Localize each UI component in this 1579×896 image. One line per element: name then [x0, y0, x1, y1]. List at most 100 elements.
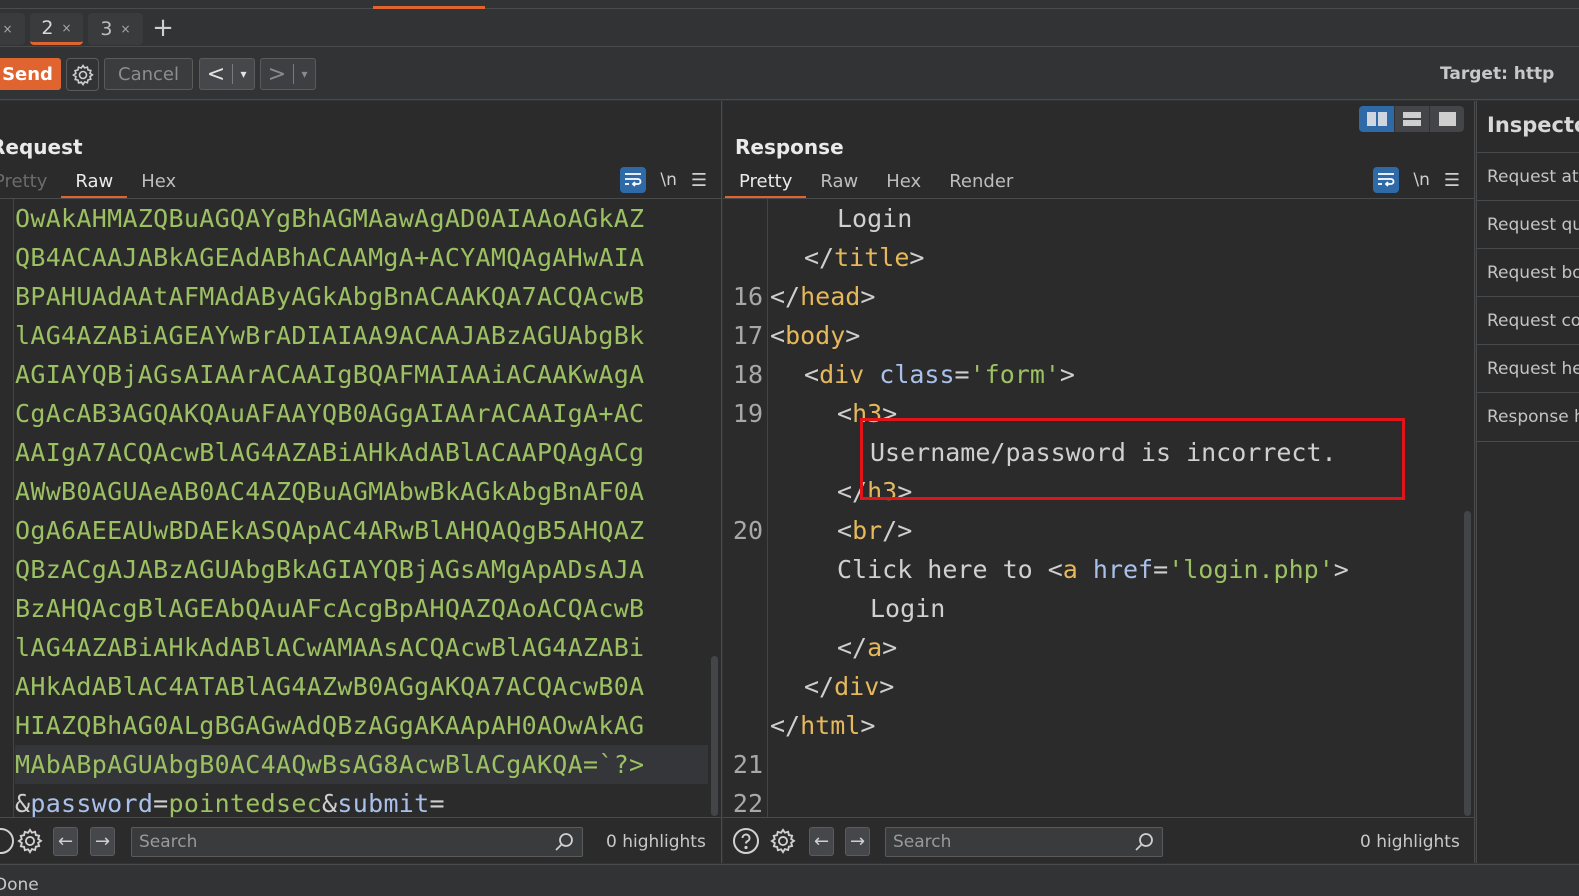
response-panel: Response Pretty Raw Hex Render \n ☰ Logi…	[723, 101, 1475, 863]
request-search-input[interactable]	[132, 828, 582, 856]
dropdown-arrow-icon[interactable]: ▾	[233, 67, 254, 81]
response-editor[interactable]: Login </title> 16 </head> 17 <body> 18 <…	[723, 199, 1474, 817]
code-line: </head>	[770, 282, 876, 311]
tag-name: div	[834, 672, 880, 701]
gear-icon	[17, 828, 43, 854]
search-icon	[1135, 833, 1153, 851]
response-scrollbar[interactable]	[1464, 511, 1471, 816]
code-line-current: MAbABpAGUAbgB0AC4AQwBsAG8AcwBlACgAKQA=`?…	[15, 745, 708, 784]
inspector-item-request-cookies[interactable]: Request cookies	[1477, 296, 1579, 344]
arrow-left-icon: ←	[57, 831, 74, 852]
inspector-item-request-body-parameters[interactable]: Request body parameters	[1477, 248, 1579, 296]
tab-pretty[interactable]: Pretty	[725, 169, 807, 199]
response-view-tabs: Pretty Raw Hex Render	[725, 169, 1027, 199]
close-tab-icon[interactable]: ×	[121, 22, 131, 36]
repeater-tab-3[interactable]: 3 ×	[88, 13, 143, 45]
word-wrap-icon	[625, 173, 642, 187]
divider	[1477, 441, 1579, 442]
tab-hex[interactable]: Hex	[872, 169, 935, 199]
target-label-container[interactable]: Target: http	[1440, 64, 1579, 88]
add-tab-button[interactable]: +	[150, 13, 176, 43]
show-newlines-button[interactable]: \n	[1413, 170, 1430, 190]
menu-icon[interactable]: ☰	[691, 170, 707, 191]
send-button[interactable]: Send	[0, 58, 61, 90]
arrow-right-icon: →	[94, 831, 111, 852]
code-line: QB4ACAAJABkAGEAdABhACAAMgA+ACYAMQAgAHwAI…	[15, 243, 645, 272]
previous-match-button[interactable]: ←	[809, 827, 834, 856]
line-number: 22	[732, 789, 763, 817]
tab-render[interactable]: Render	[935, 169, 1027, 199]
tab-hex[interactable]: Hex	[127, 169, 190, 199]
attribute-value: 'login.php'	[1168, 555, 1334, 584]
close-tab-icon[interactable]: ×	[2, 22, 12, 36]
previous-match-button[interactable]: ←	[53, 827, 78, 856]
history-forward-button[interactable]: > ▾	[260, 58, 316, 90]
response-search-field[interactable]	[885, 827, 1163, 857]
send-settings-button[interactable]	[66, 58, 99, 91]
inspector-item-request-query-parameters[interactable]: Request query parameters	[1477, 200, 1579, 248]
columns-icon	[1366, 112, 1387, 126]
text-node: Login	[837, 204, 913, 233]
help-icon[interactable]	[0, 826, 16, 856]
code-line: <h3>	[837, 399, 898, 428]
help-button[interactable]	[731, 826, 761, 856]
param-equals: =	[429, 789, 445, 817]
line-number: 21	[732, 750, 763, 779]
menu-icon[interactable]: ☰	[1444, 170, 1460, 191]
code-line: </h3>	[837, 477, 913, 506]
request-search-bar: ← → 0 highlights	[0, 817, 721, 863]
cancel-button[interactable]: Cancel	[104, 58, 193, 90]
inspector-item-response-headers[interactable]: Response headers	[1477, 392, 1579, 440]
tab-pretty[interactable]: Pretty	[0, 169, 61, 199]
param-equals: =	[153, 789, 169, 817]
wrap-lines-button[interactable]	[620, 167, 647, 193]
line-number: 20	[732, 516, 763, 545]
target-label: Target: http	[1440, 64, 1555, 84]
request-scrollbar[interactable]	[711, 656, 718, 816]
help-icon	[733, 828, 759, 854]
code-line: </div>	[804, 672, 895, 701]
active-tool-tab-indicator	[373, 6, 485, 9]
layout-single-button[interactable]	[1429, 106, 1464, 132]
history-back-button[interactable]: < ▾	[199, 58, 255, 90]
text-node: Click here to	[837, 555, 1048, 584]
tab-raw[interactable]: Raw	[61, 169, 128, 199]
next-match-button[interactable]: →	[90, 827, 115, 856]
request-panel: Request Pretty Raw Hex \n ☰ OwAkAHMAZQBu…	[0, 101, 722, 863]
search-settings-button[interactable]	[15, 826, 45, 856]
arrow-left-icon: ←	[813, 831, 830, 852]
tab-raw[interactable]: Raw	[806, 169, 872, 199]
code-line: BPAHUAdAAtAFMAdAByAGkAbgBnACAAKQA7ACQAcw…	[15, 282, 645, 311]
inspector-item-request-attributes[interactable]: Request attributes	[1477, 152, 1579, 200]
tag-name: a	[1062, 555, 1078, 584]
inspector-item-request-headers[interactable]: Request headers	[1477, 344, 1579, 392]
repeater-tab-2[interactable]: 2 ×	[30, 13, 83, 45]
code-line: AAIgA7ACQAcwBlAG4AZABiAHkAdABlACAAPQAgAC…	[15, 438, 645, 467]
request-search-field[interactable]	[131, 827, 583, 857]
line-number: 19	[732, 399, 763, 428]
layout-side-by-side-button[interactable]	[1359, 106, 1394, 132]
top-tool-tabs-strip	[0, 0, 1579, 9]
tag-name: a	[867, 633, 883, 662]
request-title: Request	[0, 135, 83, 159]
line-number: 18	[732, 360, 763, 389]
request-editor[interactable]: OwAkAHMAZQBuAGQAYgBhAGMAawAgAD0AIAAoAGkA…	[0, 199, 721, 817]
code-line: Username/password is incorrect.	[770, 433, 1337, 472]
search-settings-button[interactable]	[768, 826, 798, 856]
text-node: Login	[870, 594, 946, 623]
close-tab-icon[interactable]: ×	[62, 21, 72, 35]
show-newlines-button[interactable]: \n	[660, 170, 677, 190]
status-text: Done	[0, 875, 39, 895]
line-number: 16	[732, 282, 763, 311]
wrap-lines-button[interactable]	[1373, 167, 1400, 193]
param-separator: &	[15, 789, 31, 817]
layout-stacked-button[interactable]	[1394, 106, 1429, 132]
tab-label: 2	[41, 16, 54, 39]
dropdown-arrow-icon[interactable]: ▾	[294, 67, 315, 81]
next-match-button[interactable]: →	[845, 827, 870, 856]
code-line: </html>	[770, 711, 876, 740]
square-icon	[1438, 112, 1456, 126]
request-highlights-count: 0 highlights	[606, 832, 706, 852]
repeater-tab-1[interactable]: ×	[0, 13, 25, 45]
response-search-input[interactable]	[886, 828, 1162, 856]
